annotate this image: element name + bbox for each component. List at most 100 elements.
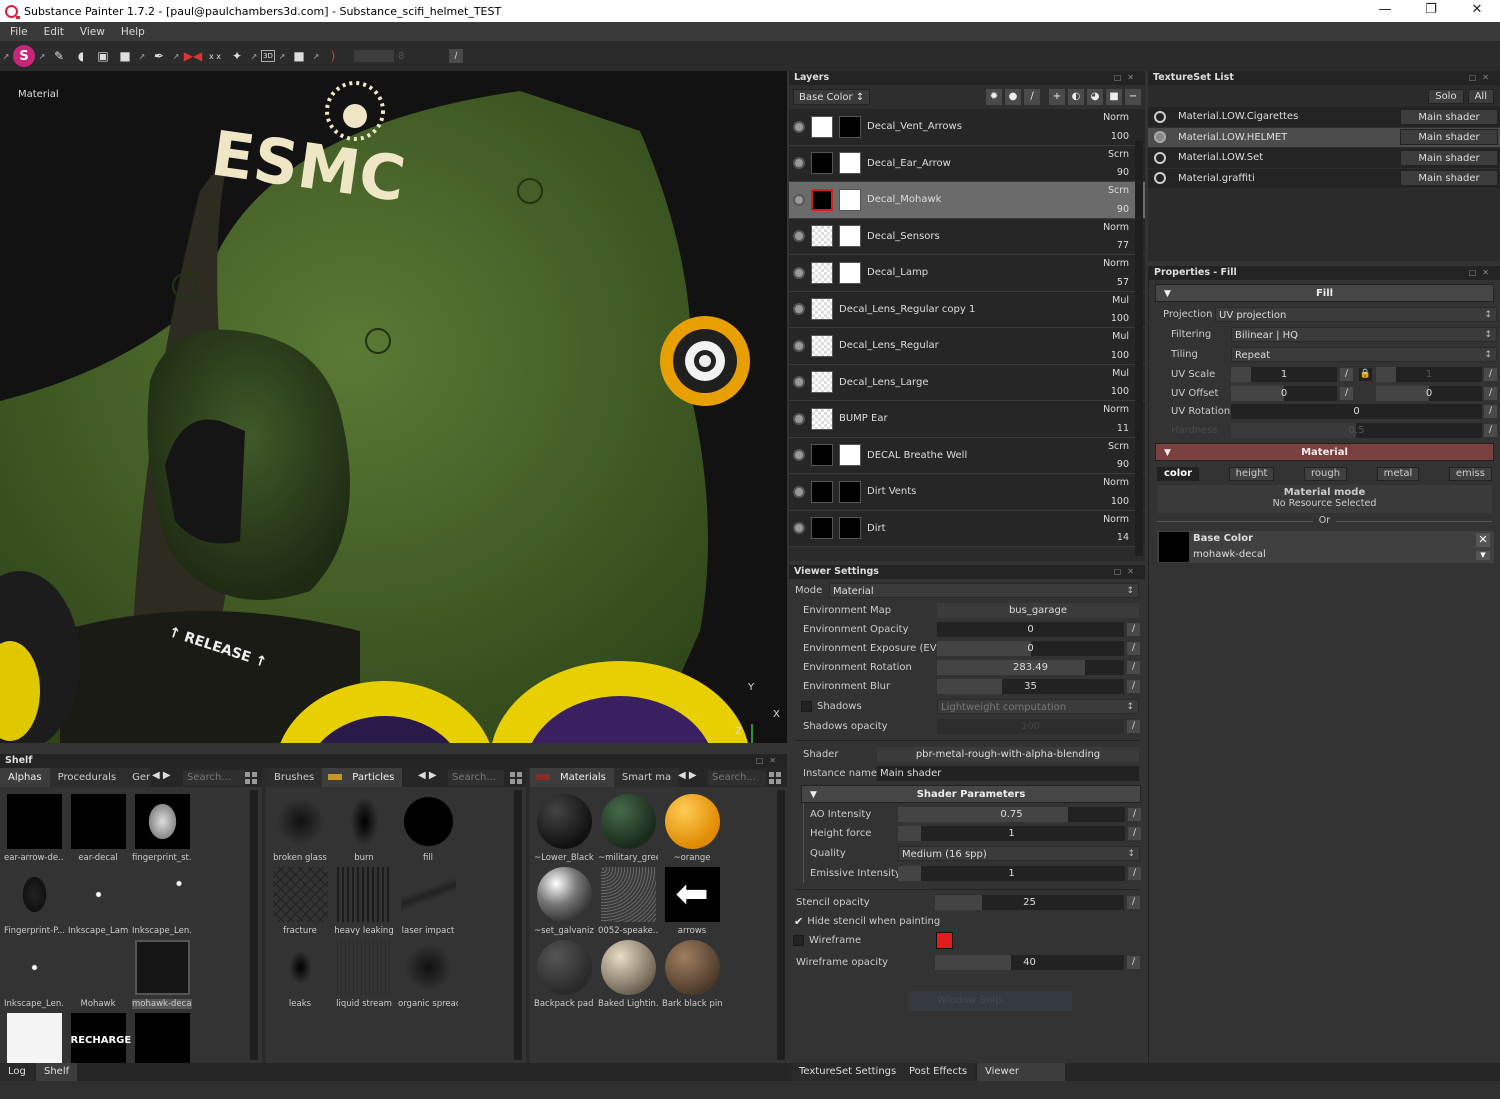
clear-resource-icon[interactable]: ✕ [1476,533,1490,547]
environment-rotation-slider[interactable]: 283.49 [937,660,1124,675]
tab-smart-materials[interactable]: Smart ma [613,768,680,787]
edit-pen-icon[interactable]: ∕ [1484,405,1497,418]
environment-map-button[interactable]: bus_garage [937,603,1139,618]
lazy-mouse-icon[interactable]: ) [323,46,343,66]
panel-controls[interactable]: □✕ [1114,71,1140,85]
uv-offset-v-slider[interactable]: 0 [1376,385,1482,401]
shelf-item[interactable]: ear-arrow-de... [4,794,64,863]
uv-rotation-slider[interactable]: 0 [1231,404,1482,419]
layer-thumbnail[interactable] [811,480,833,503]
paint-brush-icon[interactable]: ✎ [49,46,69,66]
eraser-icon[interactable]: ◖ [71,46,91,66]
shelf-item[interactable]: Mohawk [68,940,128,1009]
layer-row[interactable]: Dirt Vents Norm 100 [789,474,1145,511]
layer-blend-mode[interactable]: Scrn [1108,185,1129,196]
layer-row[interactable]: Decal_Vent_Arrows Norm 100 [789,109,1145,146]
shelf-item[interactable]: burn [334,794,394,863]
grid-view-icon[interactable] [245,772,257,784]
shader-params-header[interactable]: ▼ Shader Parameters [801,785,1141,803]
lock-icon[interactable]: 🔒 [1359,367,1372,381]
textureset-row[interactable]: Material.graffiti Main shader [1148,168,1500,189]
layer-opacity[interactable]: 100 [1111,350,1129,361]
channel-button-emiss[interactable]: emiss [1448,467,1492,481]
particles-scrollbar[interactable] [514,790,522,1060]
projection-select[interactable]: UV projection [1215,306,1497,323]
layer-row[interactable]: Dirt Norm 14 [789,510,1145,547]
layer-row[interactable]: BUMP Ear Norm 11 [789,401,1145,438]
symmetry-icon[interactable]: ▶◀ [183,46,203,66]
material-section-header[interactable]: ▼ Material [1155,443,1494,461]
tab-viewer-settings[interactable]: Viewer Settings [977,1063,1065,1095]
channel-button-height[interactable]: height [1228,467,1275,481]
tab-alphas[interactable]: Alphas [0,768,50,787]
layer-thumbnail[interactable] [811,444,833,467]
add-fill-layer-icon[interactable]: ◐ [1068,89,1084,105]
layer-thumbnail[interactable] [811,407,833,430]
menu-edit[interactable]: Edit [44,26,64,38]
layer-blend-mode[interactable]: Norm [1103,404,1129,415]
shelf-item[interactable]: ear-decal [68,794,128,863]
panel-controls[interactable]: □✕ [1469,71,1495,85]
smudge-icon[interactable]: ✦ [227,46,247,66]
alphas-scrollbar[interactable] [250,790,258,1060]
edit-pen-icon[interactable]: ∕ [1484,423,1497,437]
shelf-item[interactable]: laser impact [398,867,458,936]
tab-log[interactable]: Log [0,1063,34,1081]
layer-thumbnail[interactable] [811,115,833,138]
layer-mask-thumbnail[interactable] [839,225,861,248]
tiling-select[interactable]: Repeat [1231,346,1497,363]
popout-icon[interactable]: ↗ [171,46,181,66]
camera-icon[interactable]: ■ [289,46,309,66]
visibility-toggle-icon[interactable] [793,157,805,170]
tab-particles[interactable]: Particles [322,768,403,787]
popout-icon[interactable]: ↗ [277,46,287,66]
resource-dropdown-icon[interactable]: ▼ [1476,551,1490,560]
textureset-radio[interactable] [1154,110,1166,123]
alphas-search-input[interactable]: Search... [183,770,245,786]
quality-select[interactable]: Medium (16 spp) [898,845,1140,862]
shelf-item[interactable]: 0052-speake... [598,867,658,936]
tab-shelf[interactable]: Shelf [36,1063,78,1081]
visibility-toggle-icon[interactable] [793,485,805,498]
brush-size-value[interactable]: 8 [398,51,448,62]
visibility-toggle-icon[interactable] [793,230,805,243]
layer-thumbnail[interactable] [811,298,833,321]
layer-mask-thumbnail[interactable] [839,188,861,211]
base-color-slot[interactable]: Base Color mohawk-decal ✕ ▼ [1157,531,1494,563]
layer-opacity[interactable]: 77 [1117,240,1129,251]
layer-opacity[interactable]: 100 [1111,131,1129,142]
uv-scale-v-slider[interactable]: 1 [1376,366,1482,382]
filtering-select[interactable]: Bilinear | HQ [1231,326,1497,343]
visibility-toggle-icon[interactable] [793,266,805,279]
layer-opacity[interactable]: 14 [1117,532,1129,543]
layer-row[interactable]: Decal_Lamp Norm 57 [789,255,1145,292]
stencil-opacity-slider[interactable]: 25 [935,894,1124,910]
particles-search-input[interactable]: Search... [448,770,504,786]
menu-file[interactable]: File [10,26,28,38]
wireframe-color-swatch[interactable] [936,932,953,949]
layer-blend-mode[interactable]: Mul [1112,368,1129,379]
materials-scrollbar[interactable] [777,790,785,1060]
brush-size-slider[interactable] [354,50,394,62]
add-paint-icon[interactable]: ∕ [1024,89,1040,105]
environment-opacity-slider[interactable]: 0 [937,622,1124,637]
edit-pen-icon[interactable]: ∕ [1127,680,1140,693]
add-layer-icon[interactable]: + [1049,89,1065,105]
popout-icon[interactable]: ↗ [249,46,259,66]
shader-button[interactable]: Main shader [1400,108,1498,125]
shelf-item[interactable]: Fingerprint-P... [4,867,64,936]
channel-button-metal[interactable]: metal [1376,467,1420,481]
visibility-toggle-icon[interactable] [793,449,805,462]
layer-mask-thumbnail[interactable] [839,480,861,503]
popout-icon[interactable]: ↗ [37,46,47,66]
textureset-row[interactable]: Material.LOW.HELMET Main shader [1148,127,1500,148]
layer-blend-mode[interactable]: Norm [1103,222,1129,233]
layer-opacity[interactable]: 100 [1111,496,1129,507]
mode-select[interactable]: Material [829,582,1139,599]
tab-scroll-arrows[interactable]: ◀ ▶ [678,770,697,781]
shader-select-button[interactable]: pbr-metal-rough-with-alpha-blending [877,747,1139,762]
layer-mask-thumbnail[interactable] [839,115,861,138]
popout-icon[interactable]: ↗ [137,46,147,66]
edit-pen-icon[interactable]: ∕ [1484,367,1497,381]
3d-viewport[interactable]: ESMC ↑ RELEASE ↑ Y X Z Material [0,71,787,743]
